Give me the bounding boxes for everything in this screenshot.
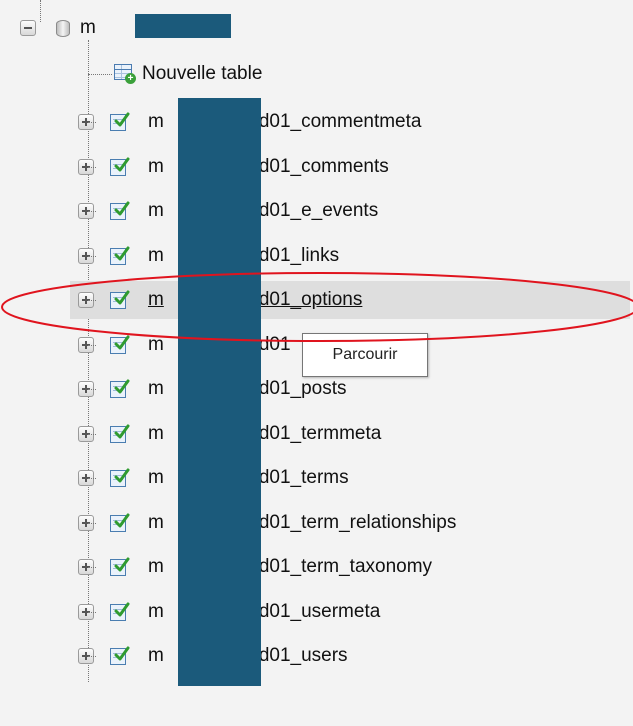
table-icon[interactable]: [110, 157, 134, 177]
new-table-label[interactable]: Nouvelle table: [142, 63, 262, 85]
table-icon[interactable]: [110, 513, 134, 533]
table-row[interactable]: m d01_usermeta: [70, 593, 630, 631]
tree-branch: [88, 433, 96, 435]
table-row[interactable]: m d01_e_events: [70, 192, 630, 230]
tree-branch: [88, 300, 96, 301]
tree-branch: [88, 74, 112, 75]
table-icon[interactable]: [110, 468, 134, 488]
table-row[interactable]: m d01_terms: [70, 459, 630, 497]
tooltip: Parcourir: [302, 333, 428, 377]
tree-branch: [88, 522, 96, 524]
tooltip-text: Parcourir: [332, 346, 398, 363]
tree-branch: [88, 344, 96, 346]
tree-branch: [88, 211, 96, 212]
table-row[interactable]: m d01_links: [70, 237, 630, 275]
redaction-block: [135, 14, 231, 38]
table-icon[interactable]: [110, 335, 134, 355]
redaction-block: [178, 98, 261, 686]
tree-branch: [88, 166, 96, 168]
new-table-link[interactable]: + Nouvelle table: [114, 56, 262, 92]
database-icon: [56, 19, 70, 37]
table-icon[interactable]: [110, 290, 134, 310]
table-row[interactable]: m d01_termmeta: [70, 415, 630, 453]
tree-branch: [88, 122, 96, 123]
tree-branch: [88, 255, 96, 257]
table-row[interactable]: m d01_comments: [70, 148, 630, 186]
new-table-icon: +: [114, 64, 136, 84]
table-row[interactable]: m d01_commentmeta: [70, 103, 630, 141]
tree-branch: [88, 389, 96, 390]
table-row[interactable]: m d01_term_taxonomy: [70, 548, 630, 586]
database-navigation-tree: m01 + Nouvelle table md01_commentmetamd0…: [0, 0, 633, 726]
table-icon[interactable]: [110, 424, 134, 444]
table-icon[interactable]: [110, 602, 134, 622]
table-icon[interactable]: [110, 379, 134, 399]
table-icon[interactable]: [110, 557, 134, 577]
tree-branch: [88, 478, 96, 479]
table-icon[interactable]: [110, 201, 134, 221]
tree-branch: [88, 611, 96, 613]
table-icon[interactable]: [110, 646, 134, 666]
tree-branch: [88, 567, 96, 568]
table-row[interactable]: m d01_users: [70, 637, 630, 675]
table-row[interactable]: m d01_term_relationships: [70, 504, 630, 542]
table-icon[interactable]: [110, 246, 134, 266]
table-row[interactable]: m d01_options: [70, 281, 630, 319]
collapse-icon[interactable]: [20, 20, 36, 36]
table-icon[interactable]: [110, 112, 134, 132]
tree-branch: [88, 656, 96, 657]
